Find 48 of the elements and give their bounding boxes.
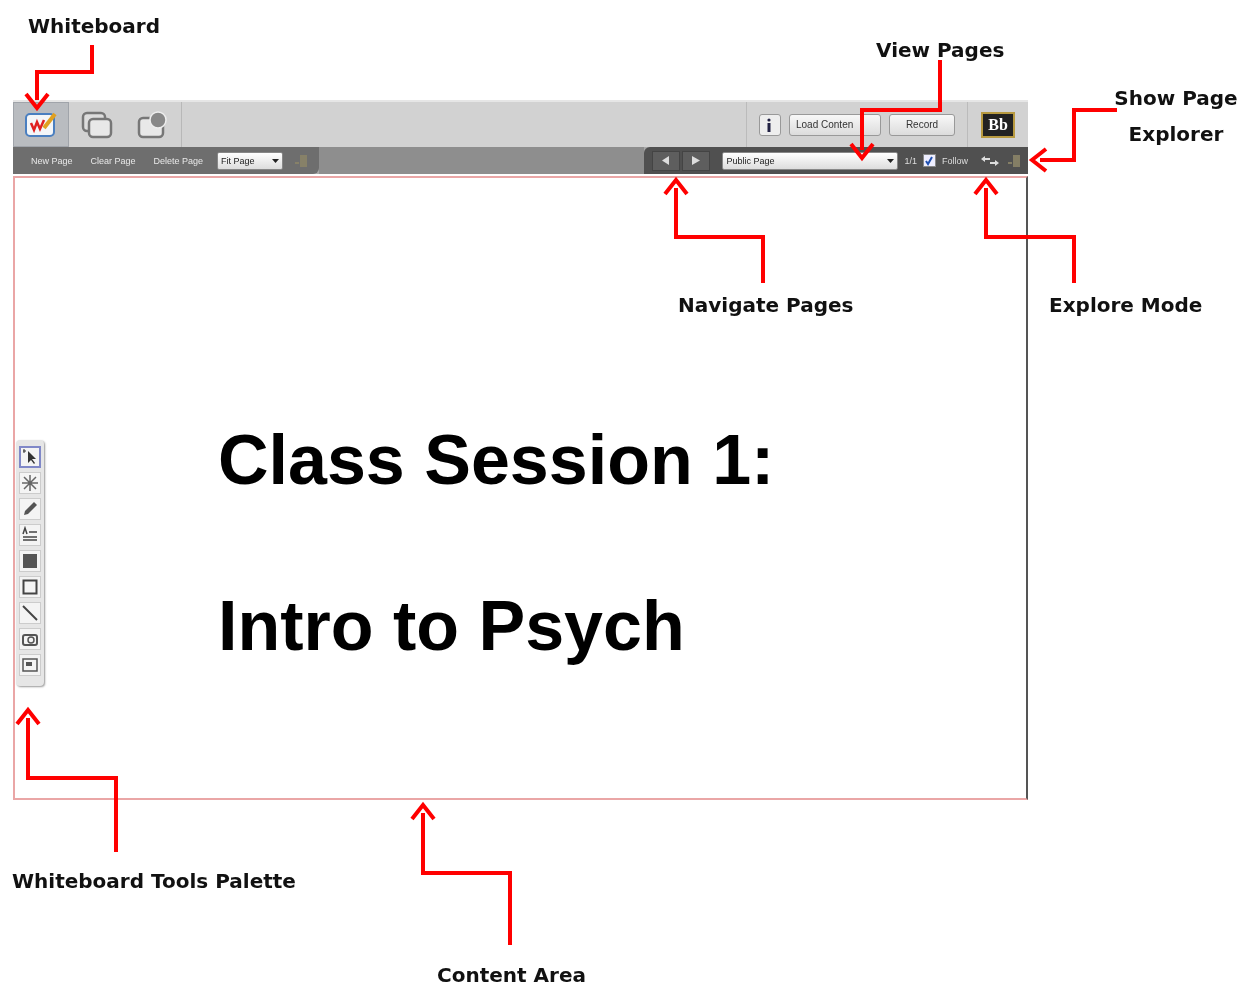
cursor-icon [21, 448, 39, 466]
previous-page-button[interactable] [652, 150, 681, 171]
follow-label: Follow [942, 155, 968, 166]
callout-label: Show Page Explorer [1113, 85, 1239, 148]
record-button[interactable]: Record [889, 113, 955, 136]
logo: Bb [981, 111, 1015, 138]
page-dropdown[interactable]: Public Page [722, 151, 899, 170]
callout-label: Whiteboard Tools Palette [12, 868, 297, 895]
explore-mode-icon[interactable] [980, 154, 1000, 167]
callout-label: Explore Mode [1049, 292, 1204, 319]
page-action-button[interactable]: Delete Page [149, 155, 208, 166]
follow-checkbox[interactable] [923, 154, 936, 167]
page-action-button[interactable]: New Page [27, 155, 77, 166]
load-content-button[interactable]: Load Conten [789, 113, 881, 136]
right-triangle-icon [692, 156, 701, 165]
slide-heading: Intro to Psych [218, 586, 686, 667]
pencil-icon [21, 500, 39, 518]
callout-label: Whiteboard [28, 13, 161, 40]
filled-square-icon [21, 552, 39, 570]
next-page-button[interactable] [682, 150, 711, 171]
callout-arrow [24, 45, 94, 112]
caret-icon [272, 158, 280, 163]
select-tool-button[interactable] [19, 446, 41, 468]
overlapping-windows-icon [80, 109, 114, 140]
line-tool-button[interactable] [19, 602, 41, 624]
whiteboard-tab[interactable] [13, 102, 69, 147]
sparkle-icon [21, 474, 39, 492]
camera-tool-button[interactable] [19, 628, 41, 650]
page-count: 1/1 [904, 155, 917, 166]
zoom-dropdown[interactable]: Fit Page [217, 151, 284, 170]
square-icon [21, 578, 39, 596]
callout-label: Navigate Pages [678, 292, 855, 319]
info-button[interactable] [759, 113, 781, 136]
callout-label: View Pages [876, 37, 1006, 64]
page-action-button[interactable]: Clear Page [86, 155, 140, 166]
text-icon [21, 526, 39, 544]
line-icon [21, 604, 39, 622]
image-icon [21, 656, 39, 674]
left-triangle-icon [662, 156, 671, 165]
laser-tool-button[interactable] [19, 472, 41, 494]
rect-tool-button[interactable] [19, 576, 41, 598]
slide-heading: Class Session 1: [218, 420, 775, 501]
text-tool-button[interactable] [19, 524, 41, 546]
caret-icon [887, 158, 895, 163]
callout-label: Content Area [437, 962, 587, 982]
pencil-tool-button[interactable] [19, 498, 41, 520]
image-tool-button[interactable] [19, 654, 41, 676]
filled-rect-tool-button[interactable] [19, 550, 41, 572]
